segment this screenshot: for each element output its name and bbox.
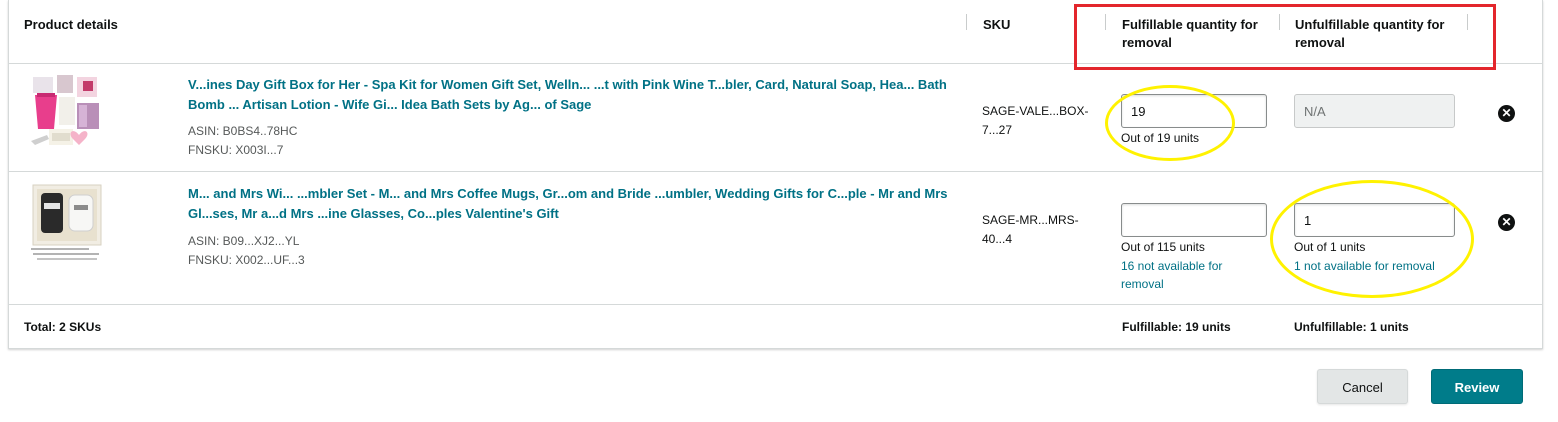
table-row: V...ines Day Gift Box for Her - Spa Kit … (9, 64, 1542, 172)
unfulfillable-total: Unfulfillable: 1 units (1294, 320, 1409, 334)
product-asin: ASIN: B09...XJ2...YL (188, 234, 300, 248)
product-image (31, 184, 102, 260)
cancel-button[interactable]: Cancel (1317, 369, 1408, 404)
unfulfillable-qty-input (1294, 94, 1455, 128)
review-button[interactable]: Review (1431, 369, 1523, 404)
highlight-box (1074, 4, 1496, 70)
fulfillable-qty-note: Out of 115 units (1121, 240, 1205, 254)
total-skus: Total: 2 SKUs (24, 320, 102, 334)
remove-row-button[interactable]: ✕ (1498, 214, 1515, 231)
remove-row-button[interactable]: ✕ (1498, 105, 1515, 122)
product-sku: SAGE-MR...MRS-40...4 (982, 213, 1079, 246)
close-icon: ✕ (1501, 106, 1512, 120)
product-asin: ASIN: B0BS4..78HC (188, 124, 298, 138)
header-product-details: Product details (24, 17, 118, 32)
product-title-link[interactable]: M... and Mrs Wi... ...mbler Set - M... a… (188, 184, 948, 224)
fulfillable-qty-input[interactable] (1121, 203, 1267, 237)
product-fnsku: FNSKU: X002...UF...3 (188, 253, 305, 267)
product-image (27, 73, 103, 151)
highlight-ellipse (1105, 85, 1235, 161)
product-title-link[interactable]: V...ines Day Gift Box for Her - Spa Kit … (188, 75, 948, 115)
header-divider (966, 14, 967, 30)
highlight-ellipse (1270, 180, 1474, 298)
fulfillable-total: Fulfillable: 19 units (1122, 320, 1231, 334)
close-icon: ✕ (1501, 215, 1512, 229)
product-sku: SAGE-VALE...BOX-7...27 (982, 104, 1089, 137)
product-fnsku: FNSKU: X003I...7 (188, 143, 284, 157)
not-available-link[interactable]: 16 not available for removal (1121, 257, 1261, 293)
table-footer: Total: 2 SKUs Fulfillable: 19 units Unfu… (9, 305, 1542, 349)
header-sku: SKU (983, 17, 1011, 32)
